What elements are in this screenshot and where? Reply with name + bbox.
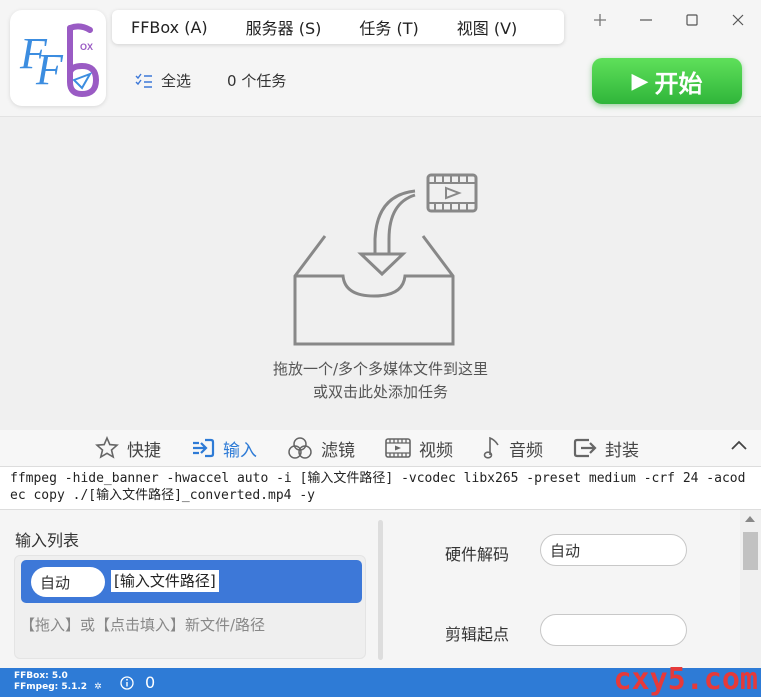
notification-indicator[interactable]: 0 <box>120 673 155 692</box>
input-path-field[interactable]: [输入文件路径] <box>111 570 219 592</box>
input-params-section: 硬件解码 自动 剪辑起点 <box>395 510 740 668</box>
ffbox-logo[interactable]: F F OX <box>10 10 106 106</box>
scroll-up-arrow-icon[interactable] <box>745 516 755 522</box>
plus-icon <box>594 14 606 26</box>
drop-zone[interactable]: 拖放一个/多个多媒体文件到这里 或双击此处添加任务 <box>0 117 761 430</box>
new-window-button[interactable] <box>577 0 623 40</box>
menu-task[interactable]: 任务 (T) <box>340 15 437 39</box>
hw-decode-label: 硬件解码 <box>445 545 510 564</box>
clip-start-input[interactable] <box>540 614 687 646</box>
collapse-panel-button[interactable] <box>729 436 749 460</box>
menu-ffbox[interactable]: FFBox (A) <box>112 18 227 37</box>
tab-audio[interactable]: 音频 <box>483 436 543 461</box>
menu-view[interactable]: 视图 (V) <box>438 15 537 39</box>
filter-icon <box>288 437 312 459</box>
svg-text:OX: OX <box>80 42 93 52</box>
svg-text:F: F <box>35 45 64 94</box>
info-icon <box>120 675 134 690</box>
param-tabs: 快捷 输入 滤镜 视频 音频 封装 <box>0 430 761 466</box>
tab-package-label: 封装 <box>605 440 639 461</box>
tab-input[interactable]: 输入 <box>191 436 257 461</box>
input-list: 自动 [输入文件路径] <box>14 555 366 659</box>
clip-start-label: 剪辑起点 <box>445 625 510 644</box>
minimize-button[interactable] <box>623 0 669 40</box>
input-parameters-panel: 输入列表 自动 [输入文件路径] 【拖入】或【点击填入】新文件/路径 硬件解码 … <box>0 510 761 668</box>
tab-quick[interactable]: 快捷 <box>95 436 161 461</box>
play-icon: ▶ <box>631 68 649 94</box>
ffbox-logo-icon: F F OX <box>19 23 100 98</box>
tab-input-label: 输入 <box>223 440 257 461</box>
tab-quick-label: 快捷 <box>127 440 161 461</box>
checklist-icon <box>135 73 152 88</box>
tab-audio-label: 音频 <box>509 440 543 461</box>
input-mode-select[interactable]: 自动 <box>31 567 105 597</box>
task-toolbar: 全选 0 个任务 <box>135 70 286 91</box>
tab-package[interactable]: 封装 <box>573 436 639 461</box>
title-bar: F F OX FFBox (A) 服务器 (S) 任务 (T) 视图 (V) 全… <box>0 0 761 117</box>
menu-server[interactable]: 服务器 (S) <box>227 15 341 39</box>
chevron-up-icon <box>731 440 747 450</box>
maximize-icon <box>686 14 698 26</box>
tab-video[interactable]: 视频 <box>385 436 453 461</box>
ffbox-version: FFBox: 5.0 <box>14 671 68 681</box>
tab-filter[interactable]: 滤镜 <box>287 436 355 461</box>
close-button[interactable] <box>715 0 761 40</box>
watermark: cxy5.com <box>613 662 759 697</box>
star-icon <box>95 436 119 459</box>
tab-video-label: 视频 <box>419 440 453 461</box>
vertical-scrollbar[interactable] <box>740 510 761 668</box>
status-bar: FFBox: 5.0 FFmpeg: 5.1.2 ✲ 0 cxy5.com <box>0 662 761 697</box>
task-count: 0 个任务 <box>227 72 287 90</box>
notification-count: 0 <box>145 673 156 692</box>
drop-hint-line1: 拖放一个/多个多媒体文件到这里 <box>272 360 489 378</box>
ffmpeg-version-text: FFmpeg: 5.1.2 <box>14 682 88 692</box>
input-list-item[interactable]: 自动 [输入文件路径] <box>21 560 362 603</box>
close-icon <box>732 14 744 26</box>
select-all-label: 全选 <box>161 72 192 90</box>
input-list-section: 输入列表 自动 [输入文件路径] 【拖入】或【点击填入】新文件/路径 <box>0 510 370 668</box>
scroll-thumb[interactable] <box>743 532 758 570</box>
select-all-button[interactable]: 全选 <box>135 70 191 91</box>
start-button[interactable]: ▶ 开始 <box>592 58 742 104</box>
tab-filter-label: 滤镜 <box>321 440 355 461</box>
window-controls <box>577 0 761 40</box>
film-icon <box>385 438 411 458</box>
input-icon <box>193 438 215 458</box>
drop-hint-line2: 或双击此处添加任务 <box>312 383 448 401</box>
spinner-icon: ✲ <box>94 682 102 692</box>
minimize-icon <box>640 19 652 21</box>
inbox-drop-icon <box>293 173 478 346</box>
ffmpeg-version: FFmpeg: 5.1.2 ✲ <box>14 682 102 693</box>
panel-splitter[interactable] <box>378 520 383 660</box>
hw-decode-select[interactable]: 自动 <box>540 534 687 566</box>
input-list-title: 输入列表 <box>15 531 80 550</box>
menu-bar: FFBox (A) 服务器 (S) 任务 (T) 视图 (V) <box>112 10 564 44</box>
start-button-label: 开始 <box>654 69 703 98</box>
music-note-icon <box>483 436 499 459</box>
add-input-hint[interactable]: 【拖入】或【点击填入】新文件/路径 <box>20 614 265 635</box>
package-icon <box>573 438 597 458</box>
command-preview[interactable]: ffmpeg -hide_banner -hwaccel auto -i [输入… <box>0 466 761 510</box>
maximize-button[interactable] <box>669 0 715 40</box>
